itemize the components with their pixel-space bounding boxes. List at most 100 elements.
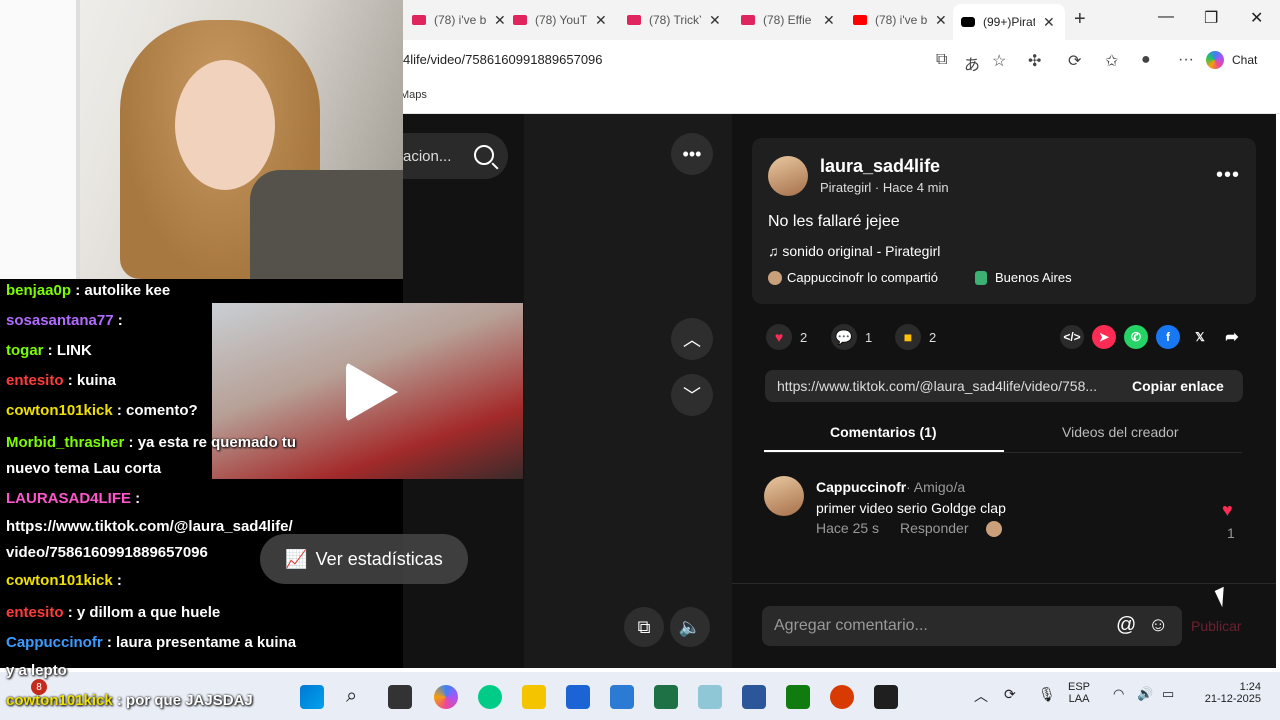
chat-message: cowton101kick : comento?: [6, 402, 198, 419]
powerpoint-icon[interactable]: [830, 685, 854, 709]
task-view-icon[interactable]: [388, 685, 412, 709]
extensions-icon[interactable]: ✣: [1028, 51, 1041, 71]
shared-by[interactable]: Cappuccinofr lo compartió: [768, 270, 938, 285]
play-icon[interactable]: [346, 362, 398, 422]
excel-icon[interactable]: [654, 685, 678, 709]
chat-username: cowton101kick: [6, 572, 117, 589]
x-icon[interactable]: 𝕏: [1188, 325, 1212, 349]
file-explorer-icon[interactable]: [522, 685, 546, 709]
chat-message: entesito : y dillom a que huele: [6, 604, 220, 621]
next-video-button[interactable]: ﹀: [671, 374, 713, 416]
browser-tab[interactable]: (78) i've be✕: [845, 6, 955, 34]
close-tab-icon[interactable]: ✕: [709, 12, 721, 29]
tab-comments[interactable]: Comentarios (1): [830, 424, 937, 440]
share-arrow-icon[interactable]: ➦: [1220, 325, 1244, 349]
post-more-icon[interactable]: •••: [1216, 164, 1240, 187]
pip-icon[interactable]: ⧉: [624, 607, 664, 647]
save-button[interactable]: ■ 2: [895, 324, 936, 350]
browser-tab[interactable]: (78) Effie - ✕: [733, 6, 843, 34]
browser-tab[interactable]: (78) i've be✕: [404, 6, 514, 34]
sound-link[interactable]: ♫ sonido original - Pirategirl: [768, 243, 940, 259]
clock[interactable]: 1:24 21-12-2025: [1201, 681, 1261, 705]
copy-link-button[interactable]: Copiar enlace: [1132, 378, 1224, 394]
start-icon[interactable]: [300, 685, 324, 709]
new-tab-icon[interactable]: +: [1074, 8, 1086, 31]
edge-icon[interactable]: [478, 685, 502, 709]
location-pin-icon: [975, 270, 987, 285]
comment-like-icon[interactable]: ♥: [1222, 500, 1233, 521]
translate-icon[interactable]: あ: [964, 51, 980, 75]
post-link[interactable]: https://www.tiktok.com/@laura_sad4life/v…: [777, 378, 1113, 394]
publish-button[interactable]: Publicar: [1191, 618, 1242, 634]
language-indicator[interactable]: ESP LAA: [1068, 681, 1090, 705]
author-username[interactable]: laura_sad4life: [820, 156, 940, 177]
url-field[interactable]: 4life/video/7586160991889657096: [403, 52, 603, 67]
facebook-icon[interactable]: f: [1156, 325, 1180, 349]
commenter-name[interactable]: Cappuccinofr: [816, 479, 906, 495]
favorites-icon[interactable]: ✩: [1105, 51, 1118, 71]
search-icon[interactable]: [474, 145, 494, 165]
commenter-avatar[interactable]: [764, 476, 804, 516]
favorite-star-icon[interactable]: ☆: [992, 51, 1006, 71]
copilot-chat-button[interactable]: Chat: [1206, 48, 1257, 72]
show-hidden-icons[interactable]: ︿: [974, 686, 988, 706]
restore-icon[interactable]: ❐: [1204, 8, 1218, 28]
photos-icon[interactable]: [698, 685, 722, 709]
chat-text: : por que JAJSDAJ: [116, 692, 253, 709]
microphone-icon[interactable]: 🎙: [1038, 686, 1056, 703]
chat-username: benjaa0p: [6, 282, 76, 299]
chat-message: entesito : kuina: [6, 372, 116, 389]
comment-input[interactable]: [774, 606, 1114, 646]
battery-icon[interactable]: ▭: [1162, 686, 1174, 702]
favorites-maps-link[interactable]: Maps: [400, 89, 427, 101]
browser-tab[interactable]: (78) TrickY✕: [619, 6, 729, 34]
tab-creator-videos[interactable]: Videos del creador: [1062, 424, 1178, 440]
xbox-icon[interactable]: [786, 685, 810, 709]
close-window-icon[interactable]: ✕: [1250, 8, 1263, 28]
chat-message: nuevo tema Lau corta: [6, 460, 161, 477]
embed-icon[interactable]: </>: [1060, 325, 1084, 349]
more-menu-icon[interactable]: ···: [1178, 51, 1194, 69]
webcam-person-face: [175, 60, 275, 190]
word-icon[interactable]: [742, 685, 766, 709]
profile-icon[interactable]: ●: [1141, 51, 1151, 69]
app-icon[interactable]: [874, 685, 898, 709]
comment-button[interactable]: 💬 1: [831, 324, 872, 350]
browser-tab-active[interactable]: (99+)Pirat ✕: [953, 4, 1065, 40]
copilot-taskbar-icon[interactable]: [434, 685, 458, 709]
mention-icon[interactable]: @: [1116, 614, 1136, 637]
close-tab-icon[interactable]: ✕: [1043, 14, 1055, 31]
video-more-button[interactable]: •••: [671, 133, 713, 175]
close-tab-icon[interactable]: ✕: [935, 12, 947, 29]
volume-tray-icon[interactable]: 🔊: [1137, 686, 1153, 702]
commenter-tag: · Amigo/a: [906, 479, 966, 495]
minimize-icon[interactable]: —: [1158, 8, 1174, 26]
author-avatar[interactable]: [768, 156, 808, 196]
tiktok-live-icon: [412, 15, 426, 25]
mail-icon[interactable]: [610, 685, 634, 709]
reply-button[interactable]: Responder: [900, 520, 969, 536]
close-tab-icon[interactable]: ✕: [595, 12, 607, 29]
open-in-app-icon[interactable]: ⧉: [936, 51, 947, 69]
close-tab-icon[interactable]: ✕: [823, 12, 835, 29]
emoji-icon[interactable]: ☺: [1148, 614, 1168, 637]
performance-icon[interactable]: ⟳: [1068, 51, 1081, 71]
chat-message: cowton101kick :: [6, 572, 122, 589]
sync-icon[interactable]: ⟳: [1004, 686, 1016, 703]
send-icon[interactable]: ➤: [1092, 325, 1116, 349]
browser-tab[interactable]: (78) YouTu✕: [505, 6, 615, 34]
location-tag[interactable]: Buenos Aires: [975, 270, 1072, 285]
previous-video-button[interactable]: ︿: [671, 318, 713, 360]
webcam-background-door: [0, 0, 80, 279]
store-icon[interactable]: [566, 685, 590, 709]
chat-username: cowton101kick: [6, 402, 117, 419]
view-stats-button[interactable]: 📈 Ver estadísticas: [260, 534, 468, 584]
like-button[interactable]: ♥ 2: [766, 324, 807, 350]
close-tab-icon[interactable]: ✕: [494, 12, 506, 29]
comment-icon: 💬: [831, 324, 857, 350]
volume-icon[interactable]: 🔈: [670, 607, 710, 647]
search-taskbar-icon[interactable]: ⌕: [346, 685, 370, 709]
wifi-icon[interactable]: ◠: [1113, 686, 1124, 702]
search-box[interactable]: acion...: [403, 133, 508, 179]
whatsapp-icon[interactable]: ✆: [1124, 325, 1148, 349]
